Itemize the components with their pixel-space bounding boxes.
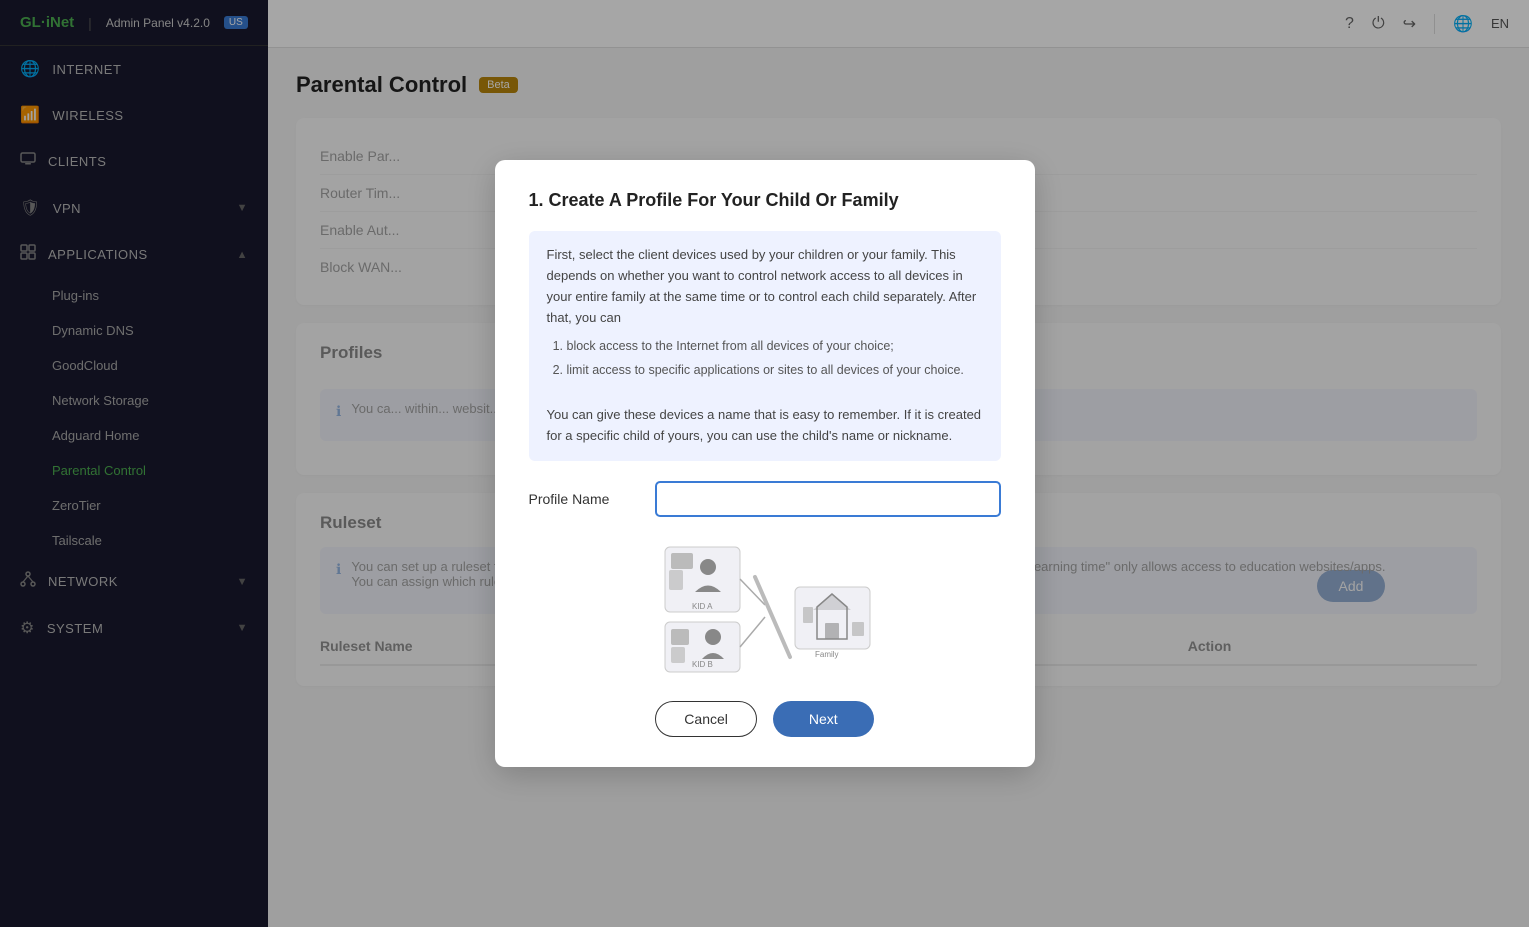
next-button[interactable]: Next (773, 701, 874, 737)
modal-title: 1. Create A Profile For Your Child Or Fa… (529, 190, 1001, 211)
profile-name-input[interactable] (655, 481, 1001, 517)
modal-info-box: First, select the client devices used by… (529, 231, 1001, 461)
svg-text:KID A: KID A (692, 602, 713, 611)
svg-text:Family: Family (815, 650, 839, 659)
modal-bullet-1: block access to the Internet from all de… (567, 336, 983, 356)
svg-text:KID B: KID B (692, 660, 713, 669)
cancel-button[interactable]: Cancel (655, 701, 757, 737)
profile-name-row: Profile Name (529, 481, 1001, 517)
modal-overlay: 1. Create A Profile For Your Child Or Fa… (0, 0, 1529, 927)
modal-buttons: Cancel Next (529, 701, 1001, 737)
profile-name-label: Profile Name (529, 491, 639, 507)
modal-info-text2: You can give these devices a name that i… (547, 407, 982, 443)
modal-illustration: KID A KID B (529, 537, 1001, 677)
create-profile-modal: 1. Create A Profile For Your Child Or Fa… (495, 160, 1035, 767)
modal-info-text: First, select the client devices used by… (547, 247, 977, 324)
modal-bullet-2: limit access to specific applications or… (567, 360, 983, 380)
profile-illustration-svg: KID A KID B (655, 537, 875, 677)
